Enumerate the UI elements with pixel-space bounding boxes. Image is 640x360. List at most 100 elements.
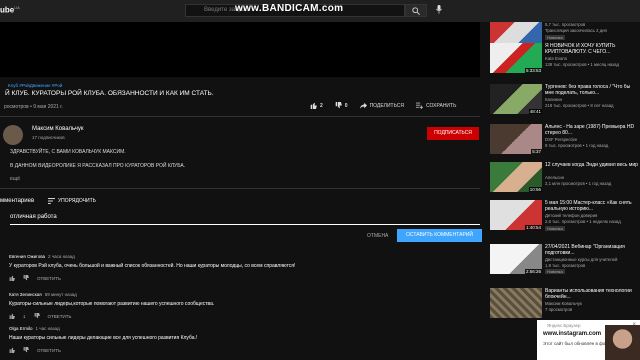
reply-button[interactable]: ОТВЕТИТЬ — [37, 276, 61, 281]
sort-icon — [48, 198, 55, 204]
video-duration: 5:33:53 — [524, 68, 542, 73]
related-title: Я НОВИЧОК И ХОЧУ КУПИТЬ КРИПТОВАЛЮТУ. С … — [545, 43, 616, 55]
save-button[interactable]: СОХРАНИТЬ — [415, 102, 457, 109]
comment-input[interactable]: отличная работа — [10, 214, 57, 220]
save-playlist-icon — [415, 102, 423, 109]
thumbs-down-icon[interactable] — [23, 275, 29, 281]
dislike-count: 0 — [344, 102, 348, 109]
description-line: В ДАННОМ ВИДЕОРОЛИКЕ Я РАССКАЗАЛ ПРО КУР… — [10, 163, 186, 169]
related-title: Альянс - На заре (1987) Премьера HD стер… — [545, 124, 635, 136]
related-video[interactable]: 10:56 12 случаев когда Энди удивил весь … — [488, 162, 640, 195]
comments-count: мментариев — [0, 198, 35, 204]
comment-author[interactable]: Евгения Ожигова 2 часа назад — [9, 254, 75, 259]
comment-like-count: 1 — [23, 313, 26, 319]
microphone-icon[interactable] — [436, 5, 442, 16]
reply-button[interactable]: ОТВЕТИТЬ — [48, 314, 72, 319]
divider — [0, 188, 480, 189]
thumbs-up-icon[interactable] — [9, 313, 15, 319]
related-video[interactable]: 5:37 Альянс - На заре (1987) Премьера HD… — [488, 124, 640, 157]
related-title: 5 мая 15:00 Мастер-класс «Как снять реал… — [545, 200, 632, 212]
related-channel[interactable]: Детский телефон доверия — [545, 213, 597, 218]
related-meta: 1,9 тыс. просмотров — [545, 263, 586, 268]
share-icon — [359, 102, 367, 109]
related-channel[interactable]: Калинин — [545, 97, 562, 102]
video-actions: 2 0 ПОДЕЛИТЬСЯ СОХРАНИТЬ — [310, 102, 456, 109]
comment-author[interactable]: Olga Ermilo 1 час назад — [9, 326, 60, 331]
related-title: Варианты использования технологии блокче… — [545, 288, 632, 300]
related-meta: 7 просмотров — [545, 307, 573, 312]
top-bar: ubeUA Введите запрос www.BANDICAM.com — [0, 0, 640, 22]
related-views: 5,7 тыс. просмотров — [545, 22, 586, 27]
cancel-button[interactable]: ОТМЕНА — [367, 233, 388, 239]
related-video[interactable]: 1:40:54 5 мая 15:00 Мастер-класс «Как сн… — [488, 200, 640, 233]
related-title: 27/04/2021 Вебинар "Организация подготов… — [545, 244, 625, 256]
post-comment-button[interactable]: ОСТАВИТЬ КОММЕНТАРИЙ — [397, 229, 482, 242]
related-meta: Трансляция закончилась 2 дня — [545, 28, 607, 33]
share-label: ПОДЕЛИТЬСЯ — [369, 102, 404, 109]
related-video[interactable]: 5:33:53 Я НОВИЧОК И ХОЧУ КУПИТЬ КРИПТОВА… — [488, 43, 640, 76]
related-video[interactable]: Варианты использования технологии блокче… — [488, 288, 640, 321]
thumbs-up-icon[interactable] — [9, 347, 15, 353]
reply-button[interactable]: ОТВЕТИТЬ — [37, 348, 61, 353]
related-title: 12 случаев когда Энди удивил весь мир — [545, 162, 638, 168]
notification-source: Яндекс.Браузер — [547, 323, 581, 328]
like-button[interactable]: 2 — [310, 102, 323, 109]
video-meta: росмотров • 9 мая 2021 г. — [4, 104, 63, 110]
share-button[interactable]: ПОДЕЛИТЬСЯ — [359, 102, 404, 109]
subscriber-count: 17 подписчиков — [32, 135, 65, 140]
comment-input-underline — [10, 224, 480, 225]
video-thumbnail[interactable] — [490, 288, 542, 318]
related-channel[interactable]: Kate Evans — [545, 56, 567, 61]
channel-name[interactable]: Максим Ковальчук — [32, 126, 84, 132]
related-meta: 9 тыс. просмотров • 1 год назад — [545, 143, 609, 148]
new-badge: Новинка — [545, 269, 565, 274]
video-duration: 2:56:26 — [524, 269, 542, 274]
related-channel[interactable]: DSF Perspective — [545, 137, 577, 142]
video-duration: 10:56 — [528, 187, 542, 192]
dislike-button[interactable]: 0 — [335, 102, 348, 109]
related-channel[interactable]: Дистанционные курсы для учителей — [545, 257, 617, 262]
new-badge: Новинка — [545, 35, 565, 40]
channel-avatar[interactable] — [3, 125, 23, 145]
related-channel[interactable]: Максим Ковальчук — [545, 301, 582, 306]
search-button[interactable] — [405, 4, 427, 17]
sort-comments-button[interactable]: УПОРЯДОЧИТЬ — [48, 198, 96, 204]
video-duration: 48:41 — [528, 109, 542, 114]
thumbs-down-icon[interactable] — [23, 347, 29, 353]
video-duration: 1:40:54 — [524, 225, 542, 230]
youtube-logo[interactable]: ubeUA — [0, 5, 20, 15]
save-label: СОХРАНИТЬ — [425, 102, 457, 109]
video-player[interactable] — [0, 22, 480, 77]
search-icon — [412, 7, 420, 15]
comment-author[interactable]: Катя Зелинская 59 минут назад — [9, 292, 77, 297]
video-title: Й КЛУБ. КУРАТОРЫ РОЙ КЛУБА. ОБЯЗАННОСТИ … — [5, 90, 214, 97]
divider — [0, 116, 480, 117]
thumbs-down-icon — [335, 102, 342, 109]
thumbs-up-icon — [310, 102, 317, 109]
subscribe-button[interactable]: ПОДПИСАТЬСЯ — [427, 127, 479, 140]
thumbs-up-icon[interactable] — [9, 275, 15, 281]
thumbs-down-icon[interactable] — [34, 313, 40, 319]
show-more-link[interactable]: ЕЩЁ — [10, 176, 20, 181]
webcam-overlay — [605, 325, 640, 360]
related-meta: 2,6 тыс. просмотров • 1 неделю назад — [545, 219, 621, 224]
new-badge: Новинка — [545, 226, 565, 231]
comment-actions: ОТВЕТИТЬ — [9, 275, 61, 281]
video-duration: 5:37 — [531, 149, 542, 154]
video-hashtags[interactable]: Клуб #РойДвижение #Рой — [8, 83, 62, 88]
like-count: 2 — [320, 102, 323, 109]
notification-site: www.instagram.com — [543, 331, 602, 337]
related-title: Тургенев: без права голоса / "Что бы мне… — [545, 84, 631, 96]
comment-time: 59 минут назад — [44, 292, 77, 297]
related-video[interactable]: 2:56:26 27/04/2021 Вебинар "Организация … — [488, 244, 640, 277]
comment-text: Кураторы-сильные лидеры,которые помогают… — [9, 301, 215, 307]
related-channel[interactable]: Апельсин — [545, 175, 564, 180]
comment-text: Наши кураторы сильные лидеры делающие вс… — [9, 335, 198, 341]
related-video[interactable]: 48:41 Тургенев: без права голоса / "Что … — [488, 84, 640, 117]
related-meta: 2,1 млн просмотров • 1 год назад — [545, 181, 612, 186]
comment-actions: ОТВЕТИТЬ — [9, 347, 61, 353]
description-line: ЗДРАВСТВУЙТЕ, С ВАМИ КОВАЛЬЧУК МАКСИМ. — [10, 149, 126, 155]
comment-time: 1 час назад — [35, 326, 60, 331]
sort-label: УПОРЯДОЧИТЬ — [58, 198, 96, 204]
comment-time: 2 часа назад — [48, 254, 75, 259]
